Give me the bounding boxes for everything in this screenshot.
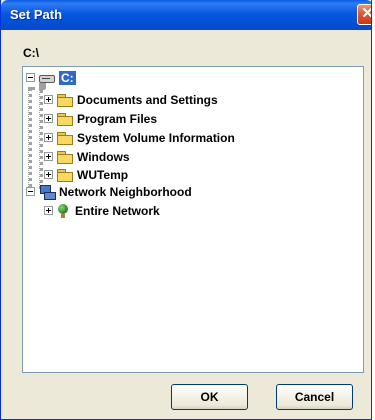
folder-icon [57,93,73,107]
ok-button[interactable]: OK [171,384,248,410]
tree-connector [28,87,32,195]
entire-network-label: Entire Network [75,203,160,218]
expand-icon[interactable] [44,133,53,142]
folder-tree[interactable]: C: Documents and Settings Program Files … [22,66,364,373]
close-button[interactable]: ✕ [357,4,371,25]
folder-label: Windows [77,149,130,164]
tree-node-folder[interactable]: Documents and Settings [44,91,218,108]
tree-connector [39,83,43,189]
expand-icon[interactable] [44,170,53,179]
tree-node-entire-network[interactable]: Entire Network [44,202,160,219]
folder-label: WUTemp [77,167,129,182]
tree-node-folder[interactable]: WUTemp [44,166,128,183]
expand-icon[interactable] [44,152,53,161]
current-path-label: C:\ [23,46,39,60]
expand-icon[interactable] [44,95,53,104]
tree-node-folder[interactable]: Program Files [44,110,157,127]
expand-icon[interactable] [44,206,53,215]
network-label: Network Neighborhood [59,184,192,199]
expand-icon[interactable] [44,114,53,123]
set-path-dialog: Set Path ✕ C:\ C: Documents and Settings… [0,0,372,420]
title-bar[interactable]: Set Path [1,0,371,30]
folder-icon [57,150,73,164]
tree-node-folder[interactable]: Windows [44,148,130,165]
folder-label: Documents and Settings [77,92,218,107]
collapse-icon[interactable] [26,187,35,196]
folder-icon [57,131,73,145]
drive-c-label: C: [59,70,76,85]
dialog-title: Set Path [10,7,63,22]
drive-icon [39,73,55,83]
folder-label: System Volume Information [77,130,235,145]
folder-icon [57,168,73,182]
tree-node-network[interactable]: Network Neighborhood [26,183,192,200]
tree-node-drive-c[interactable]: C: [26,69,76,86]
tree-node-folder[interactable]: System Volume Information [44,129,235,146]
folder-icon [57,112,73,126]
cancel-button[interactable]: Cancel [276,384,353,410]
close-icon: ✕ [361,5,371,22]
network-icon [39,184,56,200]
globe-icon [57,203,71,218]
folder-label: Program Files [77,111,158,126]
collapse-icon[interactable] [26,73,35,82]
